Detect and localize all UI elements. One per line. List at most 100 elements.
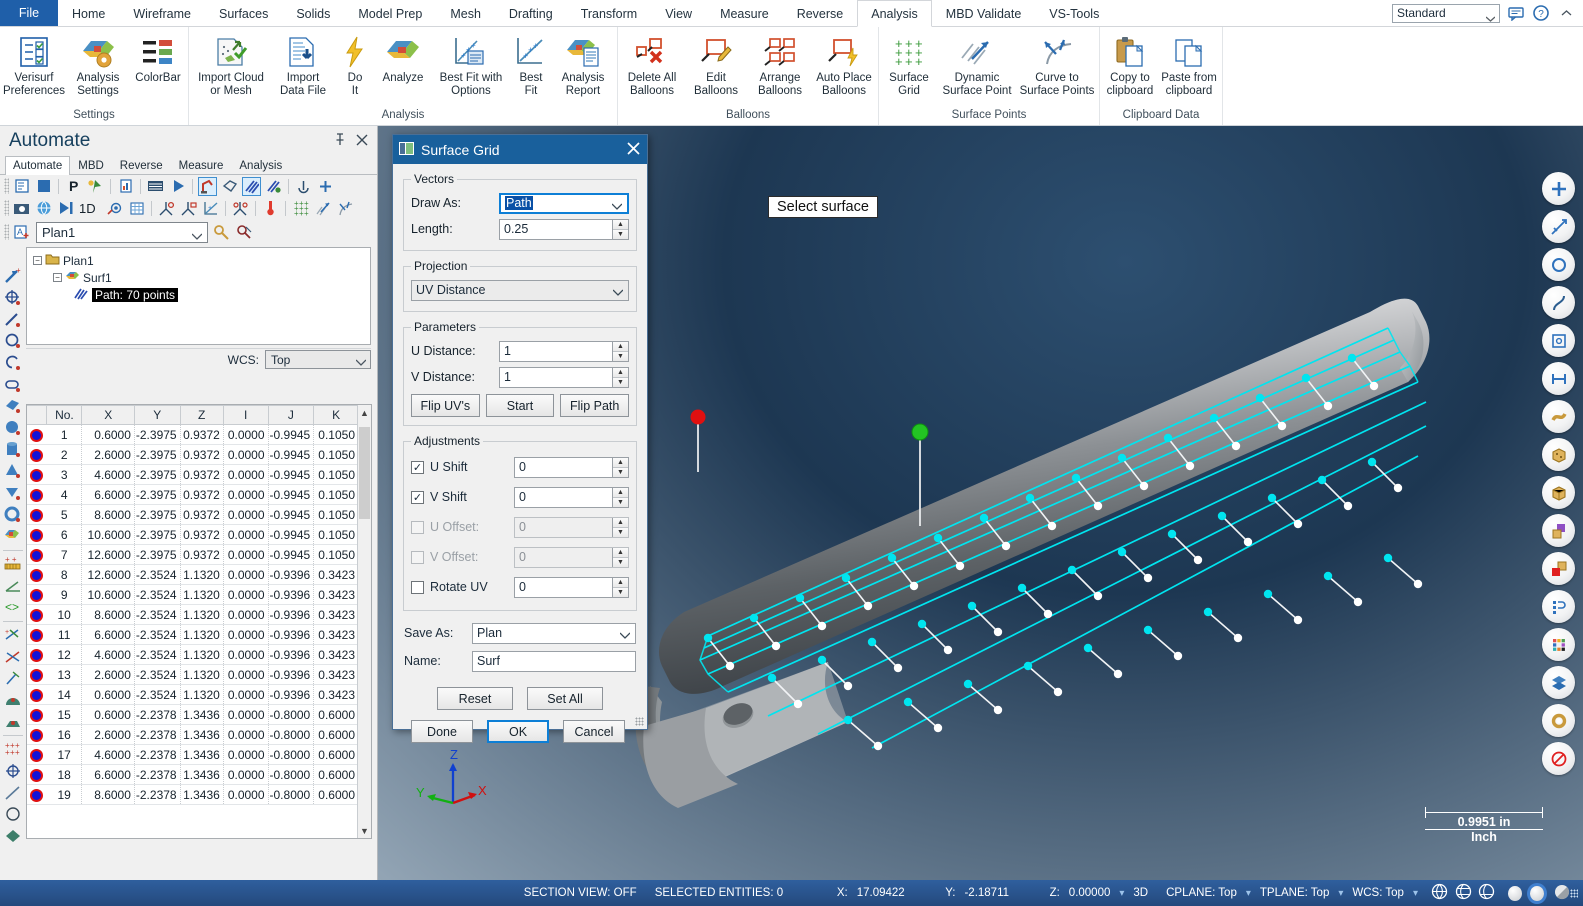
status-cplane[interactable]: CPLANE: Top xyxy=(1157,887,1246,899)
flip-path-button[interactable]: Flip Path xyxy=(560,394,630,417)
tree-node-path[interactable]: Path: 70 points xyxy=(33,286,370,303)
v-distance-stepper[interactable]: ▲ ▼ xyxy=(612,367,628,387)
tab-mbd-validate[interactable]: MBD Validate xyxy=(932,0,1036,26)
create-cone-inverted-icon[interactable] xyxy=(2,483,24,504)
tab-view[interactable]: View xyxy=(651,0,706,26)
subtab-mbd[interactable]: MBD xyxy=(70,156,112,174)
surface-patch-icon[interactable] xyxy=(1542,400,1575,433)
alignment-icon[interactable] xyxy=(231,199,250,218)
wcs-select[interactable]: Top xyxy=(265,350,371,369)
temperature-icon[interactable] xyxy=(261,199,280,218)
subtab-reverse[interactable]: Reverse xyxy=(112,156,171,174)
dynamic-point-icon[interactable] xyxy=(313,199,332,218)
status-tplane[interactable]: TPLANE: Top xyxy=(1251,887,1338,899)
subtab-measure[interactable]: Measure xyxy=(171,156,232,174)
table-row[interactable]: 11 6.6000 -2.3524 1.1320 0.0000 -0.9396 0.3423 xyxy=(27,624,359,645)
globe-icon[interactable] xyxy=(34,199,53,218)
rotate-uv-stepper[interactable]: ▲ ▼ xyxy=(612,577,628,597)
dialog-resize-grip[interactable] xyxy=(635,717,644,726)
table-row[interactable]: 3 4.6000 -2.3975 0.9372 0.0000 -0.9945 0.1050 xyxy=(27,464,359,485)
project-icon[interactable] xyxy=(2,668,24,689)
plan-tree[interactable]: − Plan1 − Surf1 Path: 70 points xyxy=(26,247,371,345)
point-grid-icon[interactable]: + + + + + + xyxy=(2,739,24,760)
grid-table-icon[interactable] xyxy=(127,199,146,218)
col-z[interactable]: Z xyxy=(179,405,224,425)
shade-half-icon[interactable] xyxy=(1554,884,1570,903)
tree-node-plan[interactable]: − Plan1 xyxy=(33,252,370,269)
distance-icon[interactable] xyxy=(1542,362,1575,395)
stepper-down-icon[interactable]: ▼ xyxy=(613,229,628,239)
play-to-end-icon[interactable] xyxy=(56,199,75,218)
report-icon[interactable] xyxy=(116,177,135,196)
table-row[interactable]: 12 4.6000 -2.3524 1.1320 0.0000 -0.9396 0.3423 xyxy=(27,644,359,665)
u-shift-input[interactable]: 0 ▲ ▼ xyxy=(514,456,629,478)
subtab-analysis[interactable]: Analysis xyxy=(231,156,290,174)
table-row[interactable]: 1 0.6000 -2.3975 0.9372 0.0000 -0.9945 0.1050 xyxy=(27,424,359,445)
help-icon[interactable]: ? xyxy=(1532,4,1550,22)
table-row[interactable]: 14 0.6000 -2.3524 1.1320 0.0000 -0.9396 0.3423 xyxy=(27,684,359,705)
globe-shade-icon[interactable] xyxy=(1455,883,1472,903)
u-shift-stepper[interactable]: ▲ ▼ xyxy=(612,457,628,477)
subtab-automate[interactable]: Automate xyxy=(5,156,71,175)
one-d-icon[interactable]: 1D xyxy=(78,199,102,218)
name-input[interactable]: Surf xyxy=(472,650,636,672)
cmd-surface-grid[interactable]: + + + + + + + + + Surface Grid xyxy=(881,30,937,98)
list-view-icon[interactable] xyxy=(146,177,165,196)
flip-uvs-button[interactable]: Flip UV's xyxy=(411,394,480,417)
v-shift-input[interactable]: 0 ▲ ▼ xyxy=(514,486,629,508)
tab-mesh[interactable]: Mesh xyxy=(436,0,495,26)
length-input[interactable]: 0.25 ▲ ▼ xyxy=(499,218,629,240)
create-center-point-icon[interactable] xyxy=(2,288,24,309)
cmd-analysis-report[interactable]: Analysis Report xyxy=(551,30,615,98)
table-row[interactable]: 13 2.6000 -2.3524 1.1320 0.0000 -0.9396 0.3423 xyxy=(27,664,359,685)
cmd-import-cloud-or-mesh[interactable]: Import Cloud or Mesh xyxy=(191,30,271,98)
color-palette-icon[interactable] xyxy=(1542,628,1575,661)
cross-lines-icon[interactable] xyxy=(2,646,24,667)
table-row[interactable]: 17 4.6000 -2.2378 1.3436 0.0000 -0.8000 0.6000 xyxy=(27,744,359,765)
tab-model-prep[interactable]: Model Prep xyxy=(344,0,436,26)
expander-icon[interactable]: − xyxy=(33,256,42,265)
play-icon[interactable] xyxy=(168,177,187,196)
cmd-best-fit-with-options[interactable]: + + + Best Fit with Options xyxy=(431,30,511,98)
cmd-edit-balloons[interactable]: Edit Balloons xyxy=(684,30,748,98)
stepper-up-icon[interactable]: ▲ xyxy=(613,577,628,588)
create-cylinder-icon[interactable] xyxy=(2,439,24,460)
set-all-button[interactable]: Set All xyxy=(527,687,603,710)
angle-icon[interactable] xyxy=(2,575,24,596)
table-row[interactable]: 8 12.6000 -2.3524 1.1320 0.0000 -0.9396 0.3423 xyxy=(27,564,359,585)
compare-squares-icon[interactable] xyxy=(1542,552,1575,585)
toolbar-grip[interactable] xyxy=(4,224,9,240)
layers-icon[interactable] xyxy=(1542,666,1575,699)
col-j[interactable]: J xyxy=(267,405,315,425)
cmd-arrange-balloons[interactable]: Arrange Balloons xyxy=(748,30,812,98)
shade-on-icon[interactable] xyxy=(1529,885,1544,901)
cmd-dynamic-surface-point[interactable]: Dynamic Surface Point xyxy=(937,30,1017,98)
comment-icon[interactable] xyxy=(1507,4,1525,22)
stepper-up-icon[interactable]: ▲ xyxy=(613,367,628,378)
tag-icon[interactable] xyxy=(220,177,239,196)
v-shift-stepper[interactable]: ▲ ▼ xyxy=(612,487,628,507)
points-table-container[interactable]: No. X Y Z I J K 1 0.6000 -2.3975 0.9372 0.00… xyxy=(26,404,372,839)
screenshot-icon[interactable] xyxy=(12,199,31,218)
cancel-button[interactable]: Cancel xyxy=(563,720,625,743)
circle-feature-icon[interactable] xyxy=(1542,248,1575,281)
inspect-icon[interactable] xyxy=(105,199,124,218)
tab-home[interactable]: Home xyxy=(58,0,119,26)
create-point-icon[interactable]: + xyxy=(2,266,24,287)
pin-icon[interactable] xyxy=(334,130,346,152)
table-row[interactable]: 5 8.6000 -2.3975 0.9372 0.0000 -0.9945 0.1050 xyxy=(27,504,359,525)
col-i[interactable]: I xyxy=(222,405,269,425)
open-plan-icon[interactable] xyxy=(34,177,53,196)
col-y[interactable]: Y xyxy=(133,405,181,425)
stepper-down-icon[interactable]: ▼ xyxy=(613,497,628,507)
col-k[interactable]: K xyxy=(313,405,359,425)
status-section-view[interactable]: SECTION VIEW: OFF xyxy=(515,887,646,899)
start-button[interactable]: Start xyxy=(485,394,555,417)
tab-transform[interactable]: Transform xyxy=(567,0,652,26)
table-row[interactable]: 7 12.6000 -2.3975 0.9372 0.0000 -0.9945 0.1050 xyxy=(27,544,359,565)
toolbar-grip[interactable] xyxy=(4,178,9,194)
u-shift-checkbox[interactable]: ✓ xyxy=(411,460,424,474)
robot-icon[interactable] xyxy=(198,176,217,196)
search-icon[interactable] xyxy=(212,223,231,242)
cmd-copy-to-clipboard[interactable]: Copy to clipboard xyxy=(1102,30,1158,98)
